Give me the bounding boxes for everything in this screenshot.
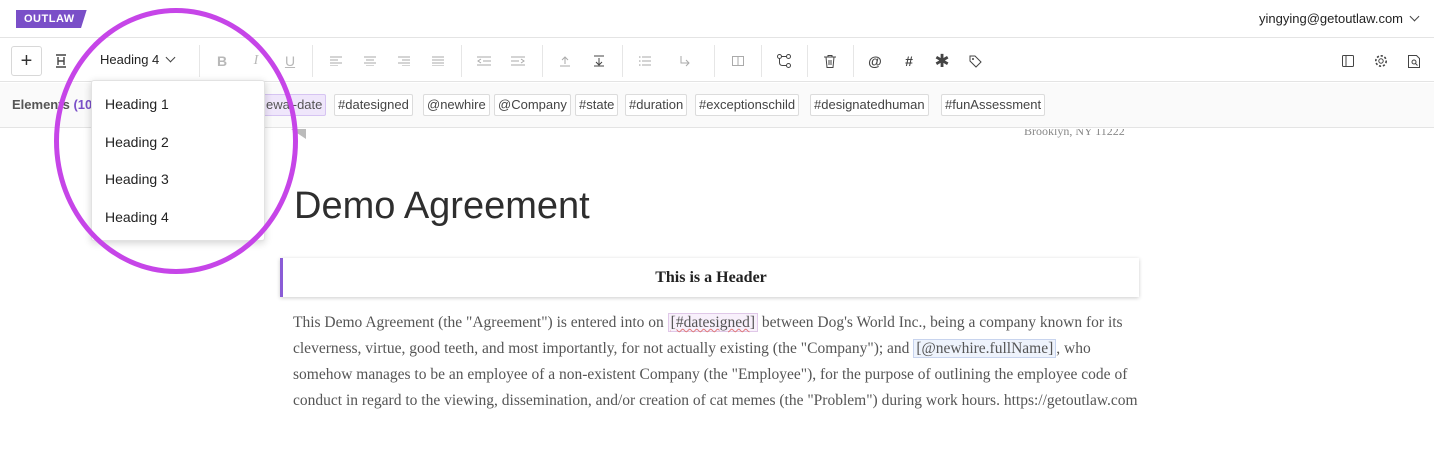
toolbar-divider [807, 45, 808, 77]
panel-icon[interactable] [1334, 47, 1362, 75]
indent-icon[interactable] [504, 47, 532, 75]
move-up-icon[interactable] [551, 47, 579, 75]
element-chip[interactable]: #datesigned [334, 94, 413, 116]
settings-icon[interactable] [1367, 47, 1395, 75]
preview-icon[interactable] [1400, 47, 1428, 75]
plus-icon[interactable]: + [11, 46, 42, 76]
user-email: yingying@getoutlaw.com [1259, 11, 1403, 26]
list-icon[interactable] [631, 47, 659, 75]
address-line: Brooklyn, NY 11222 [1024, 129, 1125, 138]
element-chip[interactable]: #designatedhuman [810, 94, 929, 116]
align-justify-icon[interactable] [424, 47, 452, 75]
header-text: This is a Header [655, 268, 767, 286]
body-paragraph[interactable]: This Demo Agreement (the "Agreement") is… [293, 310, 1138, 414]
outlaw-logo[interactable]: OUTLAW [16, 10, 87, 28]
align-right-icon[interactable] [390, 47, 418, 75]
move-down-icon[interactable] [585, 47, 613, 75]
trash-icon[interactable] [816, 47, 844, 75]
chevron-down-icon [1409, 11, 1420, 22]
variable-newhire-fullname[interactable]: [@newhire.fullName] [913, 339, 1057, 358]
at-icon[interactable]: @ [861, 47, 889, 75]
toolbar-divider [622, 45, 623, 77]
element-chip[interactable]: #duration [625, 94, 688, 116]
underline-icon[interactable]: U [276, 47, 304, 75]
variable-datesigned[interactable]: [#datesigned] [667, 313, 759, 332]
heading-style-icon[interactable] [47, 47, 75, 75]
tag-icon[interactable] [961, 47, 989, 75]
toolbar-divider [542, 45, 543, 77]
element-chip[interactable]: @newhire [423, 94, 490, 116]
element-chip[interactable]: #exceptionschild [695, 94, 800, 116]
toolbar-divider [761, 45, 762, 77]
user-menu[interactable]: yingying@getoutlaw.com [1259, 11, 1420, 26]
element-chip[interactable]: #state [575, 94, 619, 116]
toolbar-divider [312, 45, 313, 77]
align-center-icon[interactable] [356, 47, 384, 75]
outdent-icon[interactable] [470, 47, 498, 75]
toolbar-divider [461, 45, 462, 77]
header-block[interactable]: This is a Header [280, 258, 1139, 297]
workflow-icon[interactable] [770, 47, 798, 75]
element-chip[interactable]: @Company [494, 94, 571, 116]
columns-icon[interactable] [724, 47, 752, 75]
toolbar-divider [853, 45, 854, 77]
hash-icon[interactable]: # [895, 47, 923, 75]
element-chip[interactable]: #funAssessment [941, 94, 1046, 116]
align-left-icon[interactable] [322, 47, 350, 75]
document-title[interactable]: Demo Agreement [294, 185, 590, 228]
return-arrow-icon[interactable] [671, 47, 699, 75]
toolbar-divider [714, 45, 715, 77]
highlight-circle-annotation [54, 8, 298, 274]
asterisk-icon[interactable]: ✱ [928, 47, 956, 75]
